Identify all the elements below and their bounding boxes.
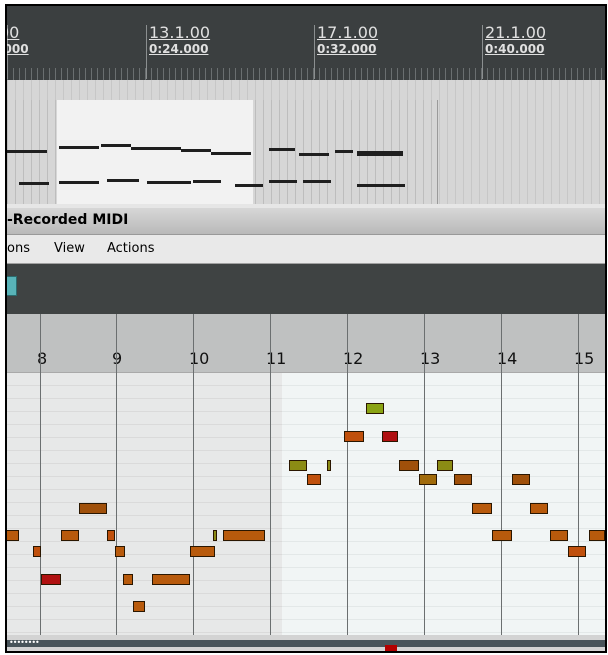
midi-note[interactable] [344,431,364,442]
measure-line [347,314,348,651]
midi-ruler[interactable]: 8 9 10 11 12 13 14 15 [7,314,605,373]
midi-note[interactable] [79,503,107,514]
menu-view[interactable]: View [54,241,85,256]
ruler-bar-label: 17.1.00 [317,23,379,42]
note-preview [181,149,211,152]
toolbar-button[interactable] [7,276,17,296]
ruler-ticks [7,68,605,80]
midi-note[interactable] [123,574,133,585]
ruler-label: 00 .000 [7,23,29,57]
midi-note[interactable] [41,574,61,585]
midi-note[interactable] [61,530,79,541]
arrange-timeline-ruler[interactable]: 00 .000 13.1.00 0:24.000 17.1.00 0:32.00… [7,6,605,80]
measure-line [40,314,41,651]
ruler-label: 21.1.00 0:40.000 [485,23,547,57]
note-preview [193,180,221,183]
ruler-time-label: 0:32.000 [317,42,377,56]
midi-note[interactable] [33,546,41,557]
window-title: -Recorded MIDI [7,212,129,228]
note-preview [19,182,49,185]
midi-note[interactable] [419,474,437,485]
midi-note[interactable] [289,460,307,471]
midi-note[interactable] [152,574,190,585]
ruler-bar-label: 00 [7,23,20,42]
velocity-marker [385,645,397,651]
reaper-window: 00 .000 13.1.00 0:24.000 17.1.00 0:32.00… [5,4,607,653]
midi-note[interactable] [190,546,215,557]
midi-note[interactable] [589,530,605,541]
note-preview [101,144,131,147]
measure-line [270,314,271,651]
midi-note[interactable] [382,431,398,442]
midi-note[interactable] [327,460,331,471]
midi-note[interactable] [115,546,125,557]
measure-line [501,314,502,651]
midi-toolbar [7,264,605,314]
midi-note[interactable] [223,530,265,541]
note-preview [211,152,251,155]
measure-label: 8 [37,349,48,368]
measure-line [116,314,117,651]
midi-note[interactable] [213,530,217,541]
midi-note[interactable] [550,530,568,541]
note-preview [303,180,331,183]
note-preview [235,184,263,187]
lane-grip-icon: •••••••• [9,638,40,647]
measure-label: 9 [112,349,123,368]
menu-options[interactable]: ons [7,241,30,256]
midi-note[interactable] [454,474,472,485]
midi-note[interactable] [107,530,115,541]
midi-note[interactable] [133,601,145,612]
midi-editor-titlebar[interactable]: -Recorded MIDI [7,208,605,235]
arrange-track-lane[interactable] [7,80,605,204]
ruler-time-label: .000 [7,42,29,56]
menu-actions[interactable]: Actions [107,241,155,256]
ruler-label: 13.1.00 0:24.000 [149,23,211,57]
note-preview [59,181,99,184]
piano-roll[interactable]: 8 9 10 11 12 13 14 15 •••••••• [7,314,605,651]
measure-line [193,314,194,651]
midi-note[interactable] [399,460,419,471]
note-preview [131,147,181,150]
midi-note[interactable] [492,530,512,541]
note-preview [147,181,191,184]
note-preview [59,146,99,149]
note-preview [7,150,47,153]
midi-note[interactable] [530,503,548,514]
note-preview [269,180,297,183]
midi-note[interactable] [366,403,384,414]
ruler-bar-label: 21.1.00 [485,23,547,42]
measure-line [578,314,579,651]
menu-bar: ons View Actions [7,235,605,264]
lane-strip [7,640,605,647]
midi-media-item[interactable] [7,100,438,204]
ruler-bar-label: 13.1.00 [149,23,211,42]
ruler-time-label: 0:24.000 [149,42,209,56]
note-preview [269,148,295,151]
ruler-time-label: 0:40.000 [485,42,545,56]
midi-note[interactable] [307,474,321,485]
note-preview [357,151,403,156]
midi-note[interactable] [437,460,453,471]
ruler-marker [146,25,147,79]
note-preview [107,179,139,182]
midi-note[interactable] [472,503,492,514]
ruler-label: 17.1.00 0:32.000 [317,23,379,57]
ruler-marker [314,25,315,79]
note-preview [299,153,329,156]
midi-note[interactable] [7,530,19,541]
midi-note[interactable] [568,546,586,557]
ruler-marker [482,25,483,79]
velocity-lane-divider[interactable]: •••••••• [7,635,605,651]
note-preview [335,150,353,153]
note-preview [357,184,405,187]
note-grid-highlight [282,373,605,635]
midi-note[interactable] [512,474,530,485]
